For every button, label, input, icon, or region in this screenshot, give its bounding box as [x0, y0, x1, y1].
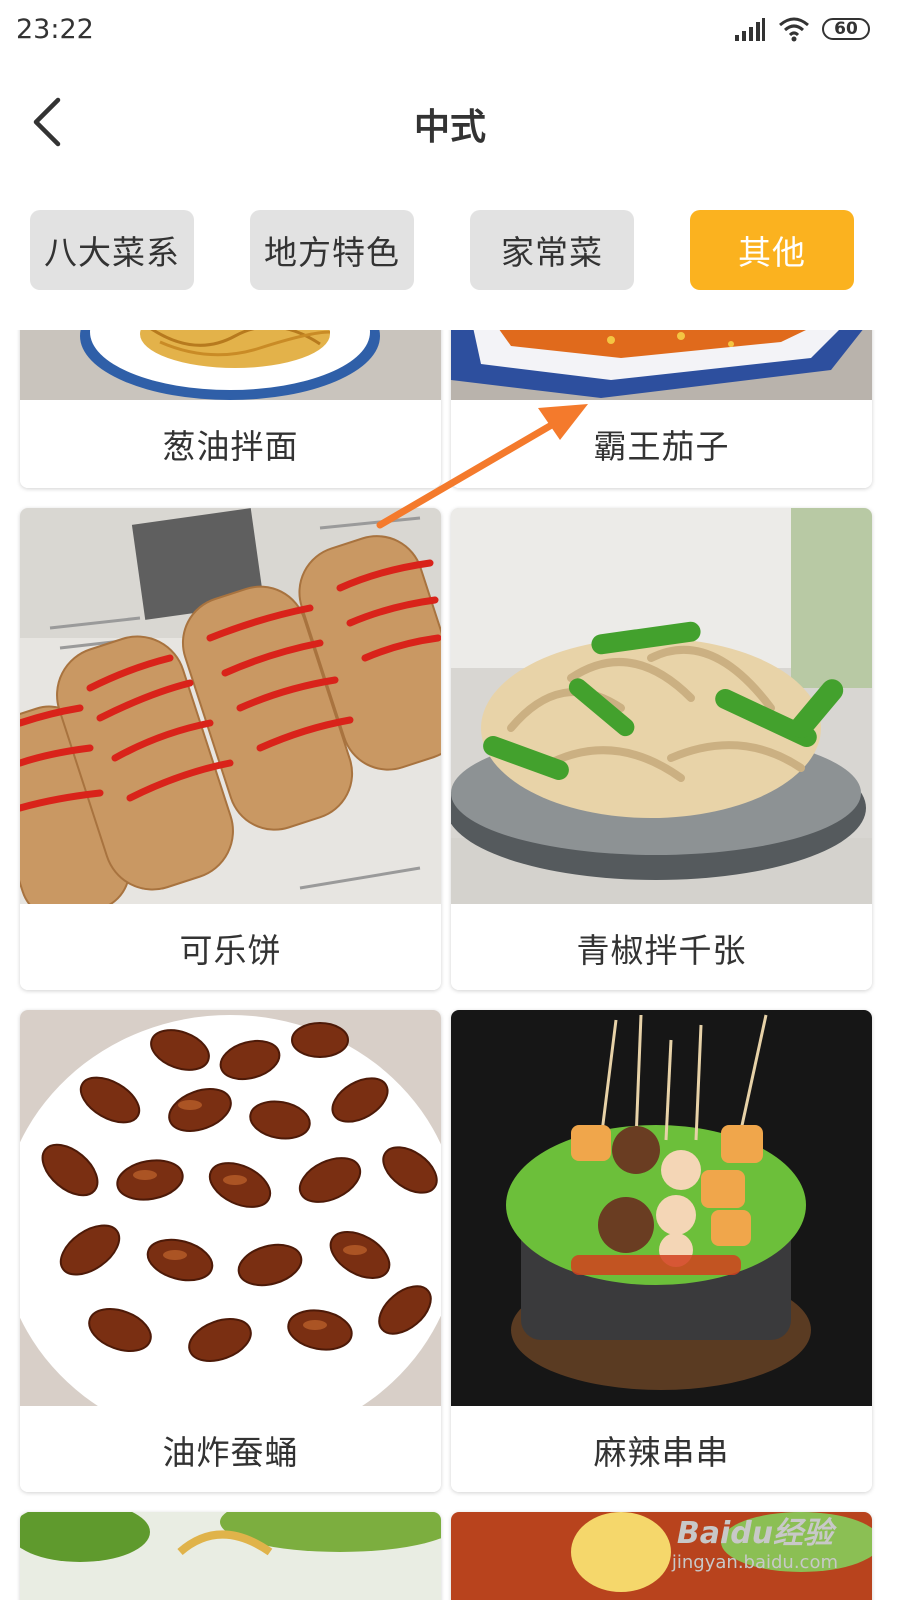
category-tabs: 八大菜系 地方特色 家常菜 其他: [0, 210, 900, 290]
signal-icon: [735, 18, 765, 41]
dish-card[interactable]: 葱油拌面: [20, 330, 441, 488]
silkworm-pupa-image: [20, 1010, 441, 1406]
dish-grid: 葱油拌面 霸王茄子 可乐饼 青椒拌千张 油炸蚕蛹 麻辣串串: [0, 330, 900, 1600]
status-bar: 23:22 60: [0, 0, 900, 62]
page-title: 中式: [413, 107, 486, 148]
dish-image: [451, 330, 872, 400]
watermark-url: jingyan.baidu.com: [671, 1552, 838, 1573]
watermark: Baidu经验 jingyan.baidu.com: [672, 1508, 838, 1573]
status-time: 23:22: [16, 14, 94, 45]
dish-image-partial: [20, 1512, 441, 1600]
skewers-image: [451, 1010, 872, 1406]
status-icons: 60: [734, 16, 870, 42]
tab-eight-cuisines[interactable]: 八大菜系: [30, 210, 194, 290]
eggplant-image: [451, 330, 872, 400]
noodles-image: [20, 330, 441, 400]
tab-local-specialties[interactable]: 地方特色: [250, 210, 414, 290]
croquette-image: [20, 508, 441, 904]
dish-name: 葱油拌面: [20, 400, 441, 488]
dish-image: [20, 1512, 441, 1600]
dish-card[interactable]: 青椒拌千张: [451, 508, 872, 990]
battery-level: 60: [834, 19, 858, 39]
dish-card[interactable]: 油炸蚕蛹: [20, 1010, 441, 1492]
watermark-logo: Baidu经验: [676, 1516, 834, 1551]
dish-name: 可乐饼: [20, 904, 441, 990]
dish-name: 麻辣串串: [451, 1406, 872, 1492]
dish-image: [20, 1010, 441, 1406]
dish-card[interactable]: [20, 1512, 441, 1600]
dish-image: [20, 508, 441, 904]
dish-name: 油炸蚕蛹: [20, 1406, 441, 1492]
tofu-skin-image: [451, 508, 872, 904]
tab-home-cooking[interactable]: 家常菜: [470, 210, 634, 290]
wifi-icon: [779, 17, 809, 42]
dish-image: [20, 330, 441, 400]
dish-card[interactable]: 可乐饼: [20, 508, 441, 990]
dish-image: [451, 1010, 872, 1406]
battery-icon: 60: [822, 18, 870, 40]
dish-image: [451, 508, 872, 904]
dish-name: 霸王茄子: [451, 400, 872, 488]
tab-other[interactable]: 其他: [690, 210, 854, 290]
app-header: 中式: [0, 62, 900, 177]
dish-card[interactable]: 霸王茄子: [451, 330, 872, 488]
dish-card[interactable]: 麻辣串串: [451, 1010, 872, 1492]
dish-name: 青椒拌千张: [451, 904, 872, 990]
